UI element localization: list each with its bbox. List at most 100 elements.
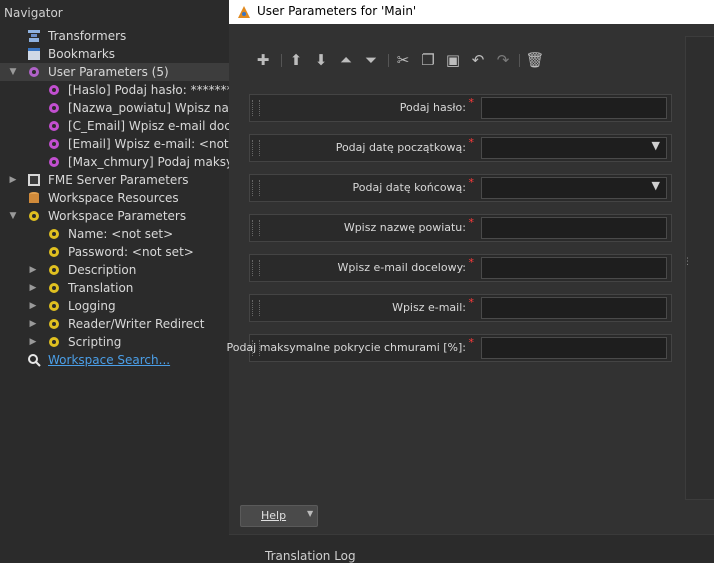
delete-icon[interactable]: 🗑 <box>525 50 545 70</box>
nav-item-label: [Nazwa_powiatu] Wpisz nazwę <box>68 101 253 115</box>
undo-icon[interactable]: ↶ <box>468 50 488 70</box>
drag-handle-icon[interactable] <box>252 260 260 276</box>
drag-handle-icon[interactable] <box>252 100 260 116</box>
chevron-right-icon[interactable]: ▶ <box>28 279 38 297</box>
splitter-handle[interactable]: ⋮ <box>683 258 692 267</box>
chevron-down-icon[interactable]: ▼ <box>8 63 18 81</box>
nav-item-workspace-resources[interactable]: Workspace Resources <box>0 189 252 207</box>
nav-item-logging[interactable]: ▶ Logging <box>0 297 252 315</box>
copy-icon[interactable]: ❐ <box>418 50 438 70</box>
end-date-dropdown[interactable]: ▼ <box>481 177 667 199</box>
nav-item-user-parameters[interactable]: ▼ User Parameters (5) <box>0 63 252 81</box>
workspace-parameter-gear-icon <box>49 319 59 329</box>
fme-server-parameters-icon <box>28 174 40 186</box>
nav-item-description[interactable]: ▶ Description <box>0 261 252 279</box>
nav-item-scripting[interactable]: ▶ Scripting <box>0 333 252 351</box>
chevron-right-icon[interactable]: ▶ <box>28 315 38 333</box>
chevron-down-icon[interactable]: ▼ <box>8 207 18 225</box>
param-row-haslo: Podaj hasło: * <box>249 94 672 122</box>
param-row-data-poczatkowa: Podaj datę początkową: * ▼ <box>249 134 672 162</box>
nav-item-transformers[interactable]: Transformers <box>0 27 252 45</box>
param-label: Wpisz e-mail: <box>392 301 466 314</box>
county-name-field[interactable] <box>481 217 667 239</box>
param-row-data-koncowa: Podaj datę końcową: * ▼ <box>249 174 672 202</box>
nav-item-param-haslo[interactable]: [Haslo] Podaj hasło: ******** <box>0 81 252 99</box>
nav-item-param-max-chmury[interactable]: [Max_chmury] Podaj maksyma <box>0 153 252 171</box>
nav-item-label: Transformers <box>48 29 127 43</box>
paste-icon[interactable]: ▣ <box>443 50 463 70</box>
param-label: Podaj datę początkową: <box>335 141 466 154</box>
move-to-top-icon[interactable]: ⏶ <box>336 50 356 70</box>
nav-item-workspace-name[interactable]: Name: <not set> <box>0 225 252 243</box>
nav-item-translation[interactable]: ▶ Translation <box>0 279 252 297</box>
chevron-right-icon[interactable]: ▶ <box>28 333 38 351</box>
max-cloud-cover-field[interactable] <box>481 337 667 359</box>
nav-item-label: Description <box>68 263 137 277</box>
search-icon <box>28 354 41 367</box>
nav-item-reader-writer-redirect[interactable]: ▶ Reader/Writer Redirect <box>0 315 252 333</box>
toolbar-separator <box>281 54 282 67</box>
start-date-dropdown[interactable]: ▼ <box>481 137 667 159</box>
workspace-parameter-gear-icon <box>49 283 59 293</box>
move-down-icon[interactable]: ⬇ <box>311 50 331 70</box>
param-label: Podaj maksymalne pokrycie chmurami [%]: <box>226 341 466 354</box>
workspace-resources-icon <box>29 192 39 203</box>
navigator-title: Navigator <box>4 6 63 20</box>
chevron-right-icon[interactable]: ▶ <box>8 171 18 189</box>
drag-handle-icon[interactable] <box>252 140 260 156</box>
help-button-label: Help <box>261 509 287 522</box>
param-label: Wpisz e-mail docelowy: <box>337 261 466 274</box>
toolbar-separator <box>388 54 389 67</box>
drag-handle-icon[interactable] <box>252 220 260 236</box>
move-to-bottom-icon[interactable]: ⏷ <box>361 50 381 70</box>
nav-item-bookmarks[interactable]: Bookmarks <box>0 45 252 63</box>
cut-icon[interactable]: ✂ <box>393 50 413 70</box>
email-field[interactable] <box>481 297 667 319</box>
bottom-panel: Translation Log <box>229 534 714 563</box>
redo-icon[interactable]: ↷ <box>493 50 513 70</box>
nav-item-workspace-parameters[interactable]: ▼ Workspace Parameters <box>0 207 252 225</box>
nav-item-label: Reader/Writer Redirect <box>68 317 205 331</box>
nav-item-label: User Parameters (5) <box>48 65 169 79</box>
transformers-icon <box>28 30 40 42</box>
add-icon[interactable]: ✚ <box>253 50 273 70</box>
user-parameter-gear-icon <box>49 121 59 131</box>
nav-item-param-email[interactable]: [Email] Wpisz e-mail: <not set <box>0 135 252 153</box>
nav-item-workspace-password[interactable]: Password: <not set> <box>0 243 252 261</box>
param-row-c-email: Wpisz e-mail docelowy: * <box>249 254 672 282</box>
bookmarks-icon <box>28 48 40 60</box>
nav-item-label: Scripting <box>68 335 122 349</box>
help-button[interactable]: Help ▼ <box>240 505 318 527</box>
toolbar-separator <box>519 54 520 67</box>
workspace-search-link[interactable]: Workspace Search... <box>48 351 170 369</box>
parameter-definition-panel <box>685 36 714 500</box>
nav-item-label: Translation <box>68 281 134 295</box>
required-marker: * <box>468 256 475 269</box>
move-up-icon[interactable]: ⬆ <box>286 50 306 70</box>
nav-item-label: FME Server Parameters <box>48 173 189 187</box>
required-marker: * <box>468 296 475 309</box>
nav-item-param-c-email[interactable]: [C_Email] Wpisz e-mail docelo <box>0 117 252 135</box>
nav-item-label: [Max_chmury] Podaj maksyma <box>68 155 253 169</box>
nav-item-fme-server-parameters[interactable]: ▶ FME Server Parameters <box>0 171 252 189</box>
nav-item-workspace-search[interactable]: Workspace Search... <box>0 351 252 369</box>
nav-item-label: Name: <not set> <box>68 227 174 241</box>
required-marker: * <box>468 96 475 109</box>
dialog-titlebar: User Parameters for 'Main' <box>229 0 714 24</box>
chevron-right-icon[interactable]: ▶ <box>28 261 38 279</box>
drag-handle-icon[interactable] <box>252 300 260 316</box>
param-row-email: Wpisz e-mail: * <box>249 294 672 322</box>
drag-handle-icon[interactable] <box>252 180 260 196</box>
chevron-right-icon[interactable]: ▶ <box>28 297 38 315</box>
translation-log-label[interactable]: Translation Log <box>265 549 356 563</box>
navigator-panel: Navigator Transformers Bookmarks ▼ User … <box>0 0 252 558</box>
required-marker: * <box>468 176 475 189</box>
user-parameter-gear-icon <box>49 157 59 167</box>
nav-item-label: Workspace Parameters <box>48 209 187 223</box>
nav-item-param-nazwa-powiatu[interactable]: [Nazwa_powiatu] Wpisz nazwę <box>0 99 252 117</box>
password-field[interactable] <box>481 97 667 119</box>
user-parameters-gear-icon <box>29 67 39 77</box>
target-email-field[interactable] <box>481 257 667 279</box>
required-marker: * <box>468 216 475 229</box>
required-marker: * <box>468 336 475 349</box>
